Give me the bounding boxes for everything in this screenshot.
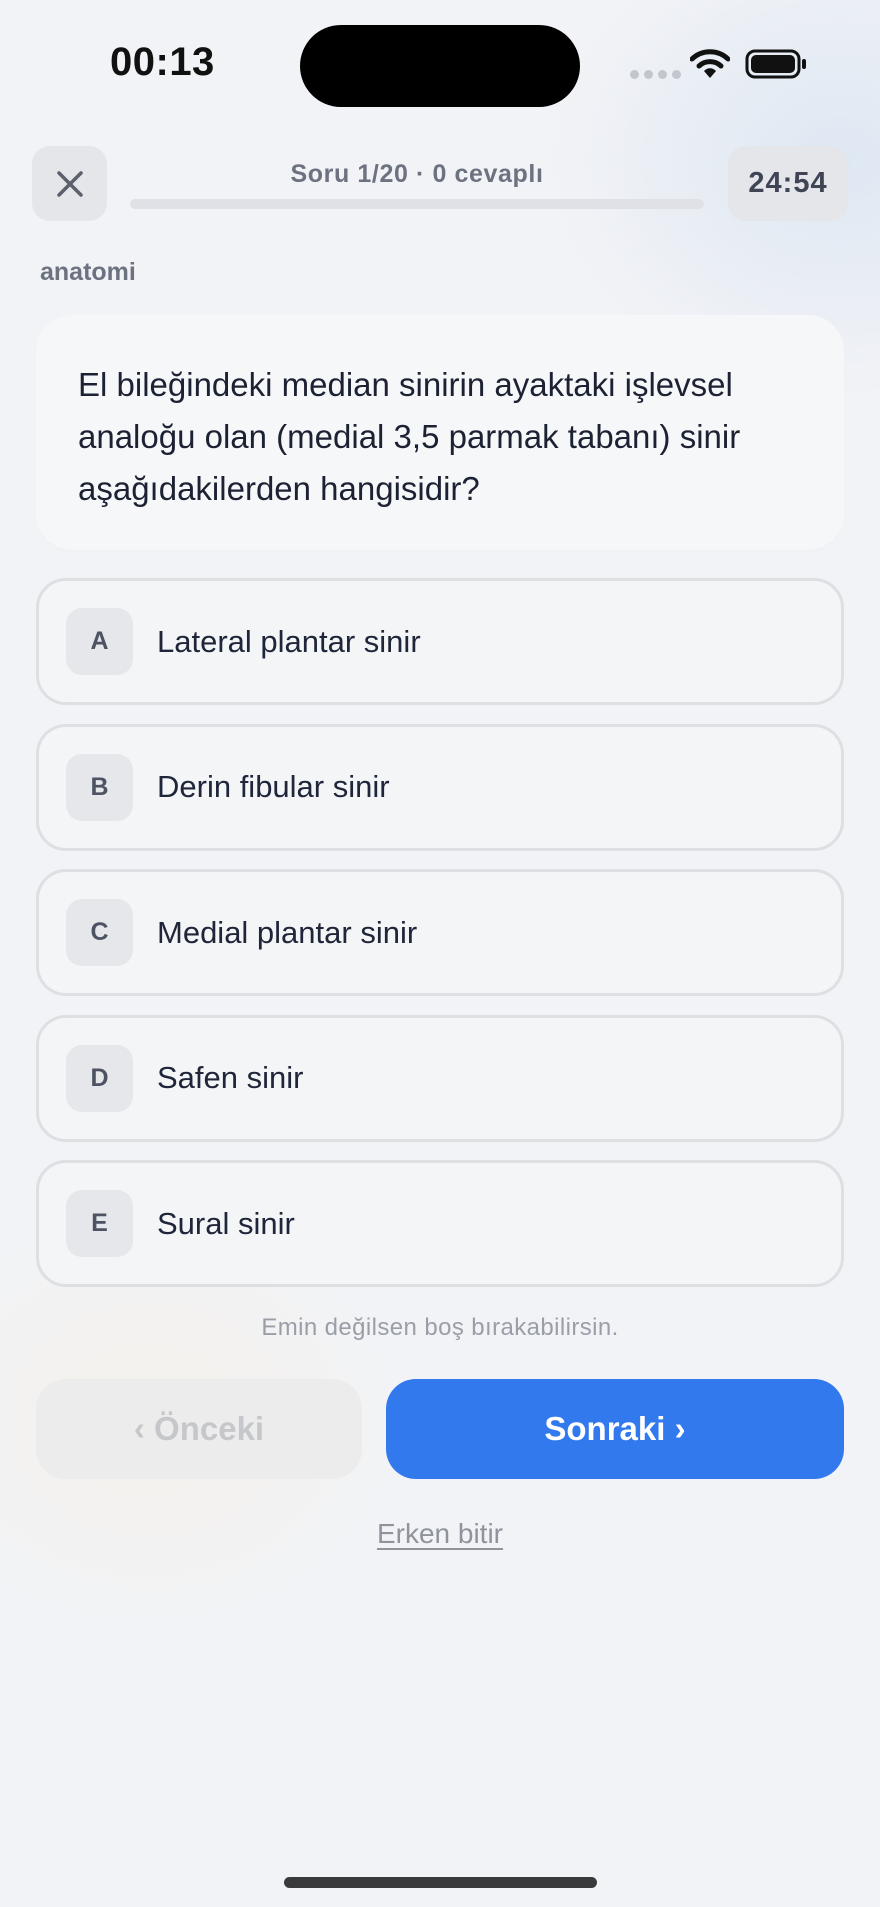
option-text: Safen sinir xyxy=(157,1060,304,1095)
option-b[interactable]: B Derin fibular sinir xyxy=(36,723,844,851)
close-icon xyxy=(56,170,83,197)
option-text: Derin fibular sinir xyxy=(157,769,390,804)
signal-icon xyxy=(630,70,681,79)
option-letter: A xyxy=(66,608,133,675)
option-d[interactable]: D Safen sinir xyxy=(36,1014,844,1142)
question-text: El bileğindeki median sinirin ayaktaki i… xyxy=(78,366,741,507)
timer: 24:54 xyxy=(728,146,848,221)
progress-label: Soru 1/20 · 0 cevaplı xyxy=(290,160,544,188)
option-letter: C xyxy=(66,899,133,966)
option-letter: D xyxy=(66,1044,133,1112)
finish-early-link[interactable]: Erken bitir xyxy=(0,1518,880,1550)
close-button[interactable] xyxy=(32,146,107,221)
option-letter: B xyxy=(66,753,133,821)
option-text: Medial plantar sinir xyxy=(157,914,418,950)
option-letter: E xyxy=(66,1190,133,1257)
home-indicator[interactable] xyxy=(284,1877,597,1888)
question-card: El bileğindeki median sinirin ayaktaki i… xyxy=(36,315,844,550)
option-c[interactable]: C Medial plantar sinir xyxy=(36,869,844,996)
status-bar: 00:13 xyxy=(0,0,880,130)
wifi-icon xyxy=(690,49,730,78)
option-text: Lateral plantar sinir xyxy=(157,623,421,659)
option-a[interactable]: A Lateral plantar sinir xyxy=(36,578,844,705)
progress-bar xyxy=(130,199,704,209)
status-time: 00:13 xyxy=(110,40,215,84)
next-button[interactable]: Sonraki › xyxy=(386,1379,844,1479)
option-e[interactable]: E Sural sinir xyxy=(36,1160,844,1287)
battery-icon xyxy=(745,49,806,79)
dynamic-island xyxy=(300,25,580,107)
skip-hint: Emin değilsen boş bırakabilirsin. xyxy=(261,1314,619,1341)
option-text: Sural sinir xyxy=(157,1205,295,1241)
previous-button[interactable]: ‹ Önceki xyxy=(36,1379,362,1479)
topic-label: anatomi xyxy=(40,258,136,286)
answer-options: A Lateral plantar sinir B Derin fibular … xyxy=(36,578,844,1306)
